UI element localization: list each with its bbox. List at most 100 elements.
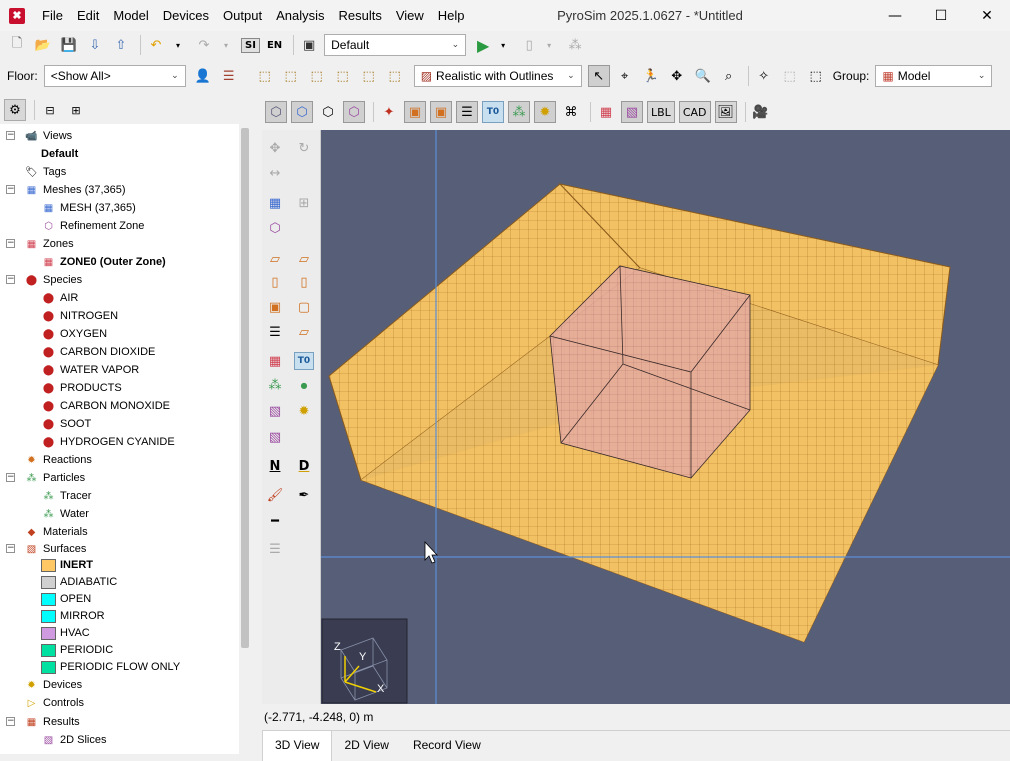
tree-item-surface-entry[interactable]: HVAC	[41, 624, 90, 642]
3d-viewport[interactable]: Z Y X	[321, 130, 1010, 704]
tree-item-devices[interactable]: ✹ Devices	[24, 676, 82, 694]
zoom-icon[interactable]: 🔍	[692, 65, 714, 87]
show-particles-icon[interactable]: ⁂	[508, 101, 530, 123]
results-dropdown-icon[interactable]: ▾	[538, 34, 560, 56]
align-tool-icon[interactable]: ☰	[265, 540, 285, 558]
show-images-icon[interactable]: 🖼	[714, 101, 737, 123]
zoom-selection-icon[interactable]: ⬚	[779, 65, 801, 87]
show-slices-icon[interactable]: ▧	[621, 101, 643, 123]
units-si-button[interactable]: SI	[241, 37, 260, 53]
menu-file[interactable]: File	[35, 0, 70, 31]
mirror-tool-icon[interactable]: ↔	[265, 164, 285, 182]
draw-vent-icon[interactable]: ▱	[294, 250, 314, 268]
draw-slab-icon[interactable]: ▱	[265, 250, 285, 268]
results-icon[interactable]: ▯	[518, 34, 540, 56]
orbit-icon[interactable]: ⌖	[614, 65, 636, 87]
fit-view-icon[interactable]: ⬚	[805, 65, 827, 87]
export-icon[interactable]: ⇧	[110, 34, 132, 56]
camera-icon[interactable]: 🎥	[750, 101, 772, 123]
tree-item-surface-entry[interactable]: OPEN	[41, 590, 91, 608]
floor-combo[interactable]: <Show All> ⌄	[43, 65, 186, 87]
new-mesh-icon[interactable]: ▦	[265, 194, 285, 212]
view-bottom-icon[interactable]: ⬚	[280, 65, 302, 87]
draw-wall-vent-icon[interactable]: ▯	[294, 273, 314, 291]
floor-settings-icon[interactable]: ☰	[218, 65, 240, 87]
show-controls-icon[interactable]: ⌘	[560, 101, 582, 123]
tree-item-refinement-zone[interactable]: ⬡ Refinement Zone	[41, 217, 144, 235]
tree-item-zones[interactable]: ▦ Zones	[24, 235, 74, 253]
tree-item-species-entry[interactable]: ⬤ CARBON DIOXIDE	[41, 343, 155, 361]
tree-item-materials[interactable]: ◆ Materials	[24, 523, 88, 541]
paint-bucket-icon[interactable]: 🖌	[265, 486, 285, 504]
units-en-button[interactable]: EN	[264, 40, 285, 51]
draw-zone-icon[interactable]: ▦	[265, 352, 285, 370]
tree-item-species-entry[interactable]: ⬤ HYDROGEN CYANIDE	[41, 433, 175, 451]
collapse-toggle[interactable]: −	[6, 544, 15, 553]
tree-item-particles[interactable]: ⁂ Particles	[24, 469, 86, 487]
tree-item-views[interactable]: 📹 Views	[24, 127, 72, 145]
undo-dropdown-icon[interactable]: ▾	[167, 34, 189, 56]
menu-view[interactable]: View	[389, 0, 431, 31]
tab-2d-view[interactable]: 2D View	[332, 731, 400, 761]
split-mesh-icon[interactable]: ⊞	[294, 194, 314, 212]
show-floors-icon[interactable]: ▦	[595, 101, 617, 123]
collapse-toggle[interactable]: −	[6, 239, 15, 248]
menu-output[interactable]: Output	[216, 0, 269, 31]
tree-item-meshes[interactable]: ▦ Meshes (37,365)	[24, 181, 126, 199]
show-mesh-icon[interactable]: ⬡	[265, 101, 287, 123]
tree-scrollbar-thumb[interactable]	[241, 128, 249, 648]
tree-item-controls[interactable]: ▷ Controls	[24, 694, 84, 712]
tree-filter-icon[interactable]: ⚙	[4, 99, 26, 121]
particle-source-icon[interactable]: ⁂	[265, 376, 285, 394]
eyedropper-icon[interactable]: ✒	[294, 486, 314, 504]
draw-stair-icon[interactable]: ▱	[294, 323, 314, 341]
redo-dropdown-icon[interactable]: ▾	[215, 34, 237, 56]
show-obstructions-icon[interactable]: ▣	[404, 101, 426, 123]
tree-item-results[interactable]: ▦ Results	[24, 713, 80, 731]
move-tool-icon[interactable]: ✥	[265, 139, 285, 157]
view-front-icon[interactable]: ⬚	[306, 65, 328, 87]
expand-all-icon[interactable]: ⊞	[65, 99, 87, 121]
dimension-tool-icon[interactable]: D	[294, 457, 314, 475]
tree-item-species[interactable]: ⬤ Species	[24, 271, 82, 289]
draw-slice-3d-icon[interactable]: ▧	[265, 428, 285, 446]
run-dropdown-icon[interactable]: ▾	[492, 34, 514, 56]
rotate-tool-icon[interactable]: ↻	[294, 139, 314, 157]
new-refinement-icon[interactable]: ⬡	[265, 219, 285, 237]
show-cad-button[interactable]: CAD	[678, 101, 711, 123]
tree-item-default-view[interactable]: Default	[41, 145, 78, 163]
particle-point-icon[interactable]: ●	[294, 376, 314, 394]
tree-item-surface-entry[interactable]: PERIODIC	[41, 641, 113, 659]
collapse-toggle[interactable]: −	[6, 185, 15, 194]
tab-3d-view[interactable]: 3D View	[262, 731, 333, 761]
maximize-button[interactable]: ☐	[918, 0, 964, 31]
view-icon[interactable]: ▣	[298, 34, 320, 56]
run-simulation-icon[interactable]: ▶	[472, 34, 494, 56]
north-tool-icon[interactable]: N	[265, 457, 285, 475]
redo-icon[interactable]: ↷	[193, 34, 215, 56]
minimize-button[interactable]: —	[872, 0, 918, 31]
pyrosim-logo-icon[interactable]: ✖	[9, 7, 25, 24]
zoom-box-icon[interactable]: ⌕	[718, 65, 740, 87]
tree-item-species-entry[interactable]: ⬤ WATER VAPOR	[41, 361, 139, 379]
tree-item-surface-entry[interactable]: ADIABATIC	[41, 573, 117, 591]
tree-item-zone0[interactable]: ▦ ZONE0 (Outer Zone)	[41, 253, 166, 271]
undo-icon[interactable]: ↶	[145, 34, 167, 56]
collapse-all-icon[interactable]: ⊟	[39, 99, 61, 121]
collapse-toggle[interactable]: −	[6, 131, 15, 140]
menu-model[interactable]: Model	[106, 0, 155, 31]
show-vents-icon[interactable]: ☰	[456, 101, 478, 123]
collapse-toggle[interactable]: −	[6, 473, 15, 482]
menu-devices[interactable]: Devices	[156, 0, 216, 31]
tree-item-particle-entry[interactable]: ⁂ Tracer	[41, 487, 92, 505]
new-file-icon[interactable]: 🗋	[6, 34, 28, 56]
view-right-icon[interactable]: ⬚	[384, 65, 406, 87]
view-combo[interactable]: Default ⌄	[324, 34, 467, 56]
floor-visibility-icon[interactable]: 👤	[192, 65, 214, 87]
menu-results[interactable]: Results	[331, 0, 388, 31]
draw-slice-icon[interactable]: ▧	[265, 402, 285, 420]
view-top-icon[interactable]: ⬚	[254, 65, 276, 87]
show-refinement-icon[interactable]: ⬡	[317, 101, 339, 123]
tab-record-view[interactable]: Record View	[401, 731, 493, 761]
draw-block-icon[interactable]: ▣	[265, 298, 285, 316]
